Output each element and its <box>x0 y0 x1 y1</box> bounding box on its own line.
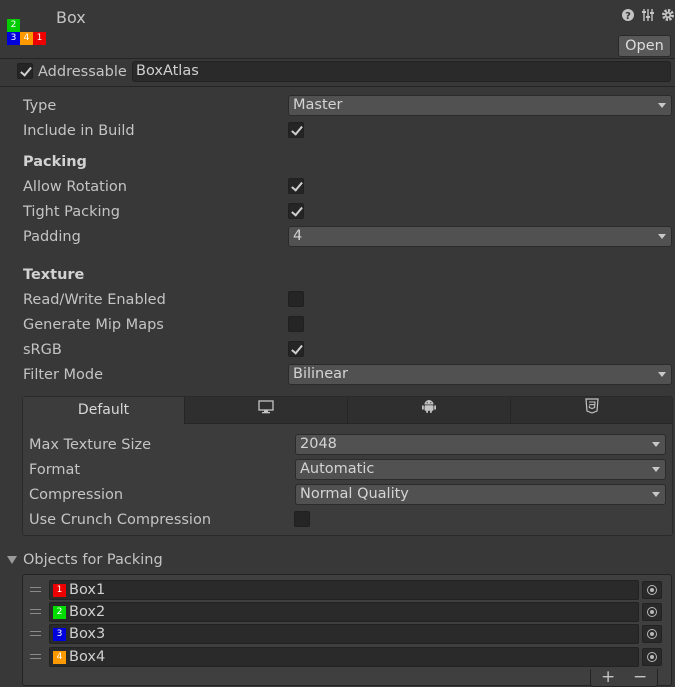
filter-mode-label: Filter Mode <box>23 367 104 383</box>
read-write-label: Read/Write Enabled <box>23 292 166 308</box>
open-button[interactable]: Open <box>618 35 671 57</box>
object-field[interactable]: 1 Box1 <box>49 580 639 600</box>
tab-default-label: Default <box>77 402 130 418</box>
max-texture-size-label: Max Texture Size <box>29 437 152 453</box>
sprite-icon: 1 <box>53 584 66 597</box>
addressable-checkbox[interactable] <box>17 63 33 79</box>
include-in-build-label: Include in Build <box>23 123 135 139</box>
object-field[interactable]: 2 Box2 <box>49 602 639 622</box>
help-icon[interactable]: ? <box>621 8 635 22</box>
srgb-label: sRGB <box>23 342 62 358</box>
object-field[interactable]: 3 Box3 <box>49 624 639 644</box>
chevron-down-icon <box>658 103 666 108</box>
platform-settings-panel: Default Max Texture Size 2048 Format Aut… <box>22 396 673 536</box>
format-value: Automatic <box>300 461 375 477</box>
format-dropdown[interactable]: Automatic <box>295 459 666 480</box>
list-footer: + − <box>590 669 658 687</box>
mip-maps-checkbox[interactable] <box>288 316 304 332</box>
tab-default[interactable]: Default <box>23 397 185 424</box>
max-texture-size-value: 2048 <box>300 436 337 452</box>
platform-tabs: Default <box>23 397 672 424</box>
header-divider <box>0 58 675 59</box>
type-dropdown[interactable]: Master <box>288 95 672 116</box>
mip-maps-label: Generate Mip Maps <box>23 317 164 333</box>
drag-handle-icon[interactable] <box>30 654 41 659</box>
chevron-down-icon <box>658 372 666 377</box>
list-item[interactable]: 4 Box4 <box>23 646 671 668</box>
foldout-arrow-icon[interactable] <box>7 556 17 564</box>
object-picker-icon[interactable] <box>642 648 662 666</box>
crunch-label: Use Crunch Compression <box>29 512 212 528</box>
type-label: Type <box>23 98 57 114</box>
objects-list: 1 Box1 2 Box2 3 Box3 4 Box4 <box>22 574 672 686</box>
include-in-build-checkbox[interactable] <box>288 122 304 138</box>
tab-android[interactable] <box>348 397 511 424</box>
thumb-tile-2: 2 <box>7 19 20 32</box>
object-name: Box2 <box>69 604 106 620</box>
allow-rotation-label: Allow Rotation <box>23 179 127 195</box>
srgb-checkbox[interactable] <box>288 341 304 357</box>
chevron-down-icon <box>652 442 660 447</box>
read-write-checkbox[interactable] <box>288 291 304 307</box>
thumb-tile-1: 1 <box>33 32 46 45</box>
thumb-tile-4: 4 <box>20 32 33 45</box>
list-item[interactable]: 3 Box3 <box>23 623 671 645</box>
drag-handle-icon[interactable] <box>30 587 41 592</box>
allow-rotation-checkbox[interactable] <box>288 178 304 194</box>
svg-text:?: ? <box>625 11 631 22</box>
format-label: Format <box>29 462 81 478</box>
object-name: Box1 <box>69 582 106 598</box>
sprite-icon: 3 <box>53 628 66 641</box>
padding-label: Padding <box>23 229 81 245</box>
object-name: Box4 <box>69 649 106 665</box>
preset-icon[interactable] <box>641 8 655 22</box>
compression-label: Compression <box>29 487 124 503</box>
address-field[interactable]: BoxAtlas <box>132 61 671 82</box>
object-picker-icon[interactable] <box>642 603 662 621</box>
drag-handle-icon[interactable] <box>30 609 41 614</box>
monitor-icon <box>258 397 274 424</box>
packing-header: Packing <box>23 154 87 170</box>
thumb-tile-3: 3 <box>7 32 20 45</box>
filter-mode-dropdown[interactable]: Bilinear <box>288 364 672 385</box>
remove-item-button[interactable]: − <box>633 669 647 686</box>
padding-dropdown[interactable]: 4 <box>288 226 672 247</box>
object-picker-icon[interactable] <box>642 625 662 643</box>
max-texture-size-dropdown[interactable]: 2048 <box>295 434 666 455</box>
tab-webgl[interactable] <box>511 397 672 424</box>
object-name: Box3 <box>69 626 106 642</box>
type-value: Master <box>293 97 343 113</box>
html5-icon <box>584 397 599 424</box>
list-item[interactable]: 2 Box2 <box>23 601 671 623</box>
add-item-button[interactable]: + <box>601 669 615 686</box>
drag-handle-icon[interactable] <box>30 631 41 636</box>
compression-dropdown[interactable]: Normal Quality <box>295 484 666 505</box>
addressable-label: Addressable <box>38 64 127 80</box>
texture-header: Texture <box>23 267 85 283</box>
tab-standalone[interactable] <box>185 397 348 424</box>
chevron-down-icon <box>652 467 660 472</box>
addressable-divider <box>0 86 675 87</box>
object-picker-icon[interactable] <box>642 581 662 599</box>
padding-value: 4 <box>293 228 303 244</box>
object-field[interactable]: 4 Box4 <box>49 647 639 667</box>
compression-value: Normal Quality <box>300 486 409 502</box>
objects-for-packing-header[interactable]: Objects for Packing <box>23 551 163 569</box>
sprite-icon: 4 <box>53 651 66 664</box>
android-icon <box>421 397 437 424</box>
list-item[interactable]: 1 Box1 <box>23 579 671 601</box>
gear-icon[interactable] <box>661 8 675 22</box>
chevron-down-icon <box>652 492 660 497</box>
tight-packing-checkbox[interactable] <box>288 203 304 219</box>
chevron-down-icon <box>658 234 666 239</box>
sprite-icon: 2 <box>53 606 66 619</box>
tight-packing-label: Tight Packing <box>23 204 120 220</box>
crunch-checkbox[interactable] <box>294 511 310 527</box>
filter-mode-value: Bilinear <box>293 366 348 382</box>
inspector-title: Box <box>56 8 86 27</box>
